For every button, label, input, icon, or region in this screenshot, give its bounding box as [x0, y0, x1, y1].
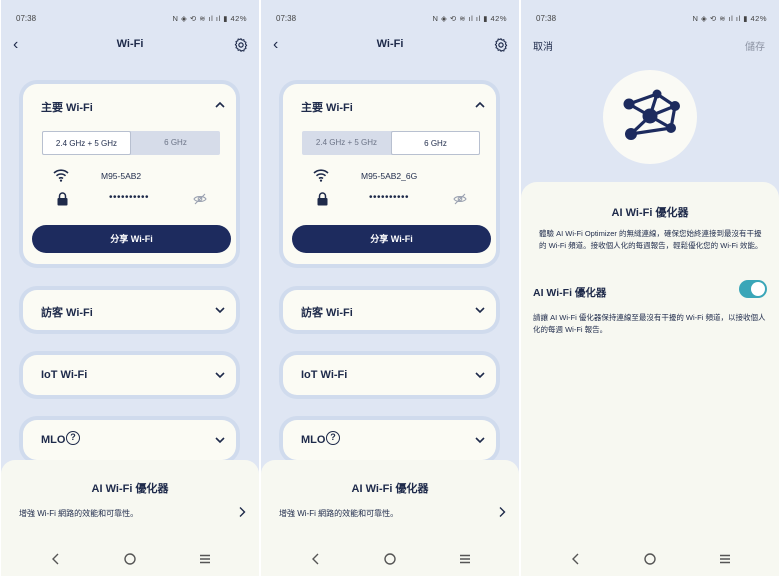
password-value: ••••••••••: [369, 192, 410, 203]
system-nav-bar: [1, 548, 259, 576]
nav-recents-icon[interactable]: [458, 552, 472, 566]
status-bar: 07:38 N ◈ ⟲ ≋ ıl ıl ▮ 42%: [261, 0, 519, 32]
band-selector: 2.4 GHz + 5 GHz 6 GHz: [42, 131, 220, 155]
chevron-right-icon[interactable]: [237, 506, 247, 518]
guest-wifi-card[interactable]: 訪客 Wi-Fi: [23, 290, 236, 330]
guest-wifi-card[interactable]: 訪客 Wi-Fi: [283, 290, 496, 330]
ai-optimizer-title: AI Wi-Fi 優化器: [91, 483, 169, 495]
band-selector: 2.4 GHz + 5 GHz 6 GHz: [302, 131, 480, 155]
ssid-value: M95-5AB2_6G: [361, 171, 418, 181]
ai-optimizer-screen: 07:38 N ◈ ⟲ ≋ ıl ıl ▮ 42% 取消 儲存 AI Wi-Fi…: [521, 0, 779, 576]
ai-optimizer-description: 體驗 AI Wi-Fi Optimizer 的無縫連線，確保您始終連接到最沒有干…: [539, 229, 763, 250]
gear-icon[interactable]: [493, 37, 509, 53]
ai-optimizer-panel: AI Wi-Fi 優化器 體驗 AI Wi-Fi Optimizer 的無縫連線…: [521, 182, 779, 576]
mlo-card[interactable]: MLO ?: [23, 420, 236, 460]
toggle-knob: [751, 282, 765, 296]
system-nav-bar: [521, 548, 779, 576]
iot-wifi-title: IoT Wi-Fi: [41, 369, 88, 381]
nav-home-icon[interactable]: [123, 552, 137, 566]
ai-optimizer-title: AI Wi-Fi 優化器: [351, 483, 429, 495]
lock-icon: [57, 192, 68, 206]
chevron-right-icon[interactable]: [497, 506, 507, 518]
status-icons: N ◈ ⟲ ≋ ıl ıl ▮ 42%: [172, 14, 247, 23]
chevron-down-icon[interactable]: [214, 434, 226, 446]
ai-optimizer-toggle[interactable]: [739, 280, 767, 298]
eye-off-icon[interactable]: [193, 193, 207, 205]
chevron-up-icon[interactable]: [474, 99, 486, 111]
iot-wifi-card[interactable]: IoT Wi-Fi: [23, 355, 236, 395]
nav-recents-icon[interactable]: [198, 552, 212, 566]
status-bar: 07:38 N ◈ ⟲ ≋ ıl ıl ▮ 42%: [1, 0, 259, 32]
chevron-down-icon[interactable]: [474, 434, 486, 446]
mlo-title: MLO: [41, 434, 66, 446]
app-header: ‹ Wi-Fi: [1, 36, 259, 56]
nav-back-icon[interactable]: [49, 552, 63, 566]
ssid-row: M95-5AB2: [53, 168, 223, 184]
network-graph-illustration: [603, 70, 697, 164]
wifi-screen-band-6: 07:38 N ◈ ⟲ ≋ ıl ıl ▮ 42% ‹ Wi-Fi 主要 Wi-…: [261, 0, 519, 576]
page-title: Wi-Fi: [376, 38, 404, 50]
chevron-down-icon[interactable]: [214, 304, 226, 316]
ai-optimizer-sheet[interactable]: AI Wi-Fi 優化器 增強 Wi-Fi 網路的效能和可靠性。: [261, 460, 519, 576]
password-row: ••••••••••: [313, 192, 488, 208]
guest-wifi-title: 訪客 Wi-Fi: [301, 307, 353, 319]
main-wifi-title: 主要 Wi-Fi: [301, 102, 353, 114]
eye-off-icon[interactable]: [453, 193, 467, 205]
help-icon[interactable]: ?: [66, 431, 80, 445]
status-icons: N ◈ ⟲ ≋ ıl ıl ▮ 42%: [432, 14, 507, 23]
chevron-down-icon[interactable]: [214, 369, 226, 381]
ssid-row: M95-5AB2_6G: [313, 168, 483, 184]
ai-optimizer-sheet[interactable]: AI Wi-Fi 優化器 增強 Wi-Fi 網路的效能和可靠性。: [1, 460, 259, 576]
nav-recents-icon[interactable]: [718, 552, 732, 566]
chevron-up-icon[interactable]: [214, 99, 226, 111]
mlo-card[interactable]: MLO ?: [283, 420, 496, 460]
iot-wifi-title: IoT Wi-Fi: [301, 369, 348, 381]
help-icon[interactable]: ?: [326, 431, 340, 445]
guest-wifi-title: 訪客 Wi-Fi: [41, 307, 93, 319]
status-bar: 07:38 N ◈ ⟲ ≋ ıl ıl ▮ 42%: [521, 0, 779, 32]
app-header: ‹ Wi-Fi: [261, 36, 519, 56]
save-button[interactable]: 儲存: [745, 38, 765, 53]
nav-home-icon[interactable]: [383, 552, 397, 566]
wifi-icon: [313, 169, 329, 182]
main-wifi-card: 主要 Wi-Fi 2.4 GHz + 5 GHz 6 GHz M95-5AB2 …: [23, 84, 236, 264]
status-time: 07:38: [276, 14, 297, 23]
cancel-button[interactable]: 取消: [533, 38, 553, 53]
ai-optimizer-toggle-label: AI Wi-Fi 優化器: [533, 287, 607, 299]
mlo-title: MLO: [301, 434, 326, 446]
chevron-down-icon[interactable]: [474, 304, 486, 316]
nav-back-icon[interactable]: [309, 552, 323, 566]
password-row: ••••••••••: [53, 192, 228, 208]
status-time: 07:38: [536, 14, 557, 23]
wifi-screen-band-24-5: 07:38 N ◈ ⟲ ≋ ıl ıl ▮ 42% ‹ Wi-Fi 主要 Wi-…: [1, 0, 259, 576]
ai-optimizer-desc: 增強 Wi-Fi 網路的效能和可靠性。: [279, 509, 399, 518]
nav-back-icon[interactable]: [569, 552, 583, 566]
password-value: ••••••••••: [109, 192, 150, 203]
band-option-24-5[interactable]: 2.4 GHz + 5 GHz: [42, 131, 131, 155]
status-icons: N ◈ ⟲ ≋ ıl ıl ▮ 42%: [692, 14, 767, 23]
status-time: 07:38: [16, 14, 37, 23]
page-title: Wi-Fi: [116, 38, 144, 50]
wifi-icon: [53, 169, 69, 182]
gear-icon[interactable]: [233, 37, 249, 53]
band-option-6[interactable]: 6 GHz: [131, 131, 220, 155]
nav-home-icon[interactable]: [643, 552, 657, 566]
system-nav-bar: [261, 548, 519, 576]
band-option-24-5[interactable]: 2.4 GHz + 5 GHz: [302, 131, 391, 155]
ai-optimizer-desc: 增強 Wi-Fi 網路的效能和可靠性。: [19, 509, 139, 518]
ai-optimizer-heading: AI Wi-Fi 優化器: [611, 207, 689, 219]
ssid-value: M95-5AB2: [101, 171, 142, 181]
main-wifi-title: 主要 Wi-Fi: [41, 102, 93, 114]
iot-wifi-card[interactable]: IoT Wi-Fi: [283, 355, 496, 395]
chevron-down-icon[interactable]: [474, 369, 486, 381]
share-wifi-button[interactable]: 分享 Wi-Fi: [292, 225, 491, 253]
app-header: 取消 儲存: [521, 38, 779, 54]
band-option-6[interactable]: 6 GHz: [391, 131, 480, 155]
network-nodes-icon: [623, 89, 680, 140]
lock-icon: [317, 192, 328, 206]
main-wifi-card: 主要 Wi-Fi 2.4 GHz + 5 GHz 6 GHz M95-5AB2_…: [283, 84, 496, 264]
ai-optimizer-toggle-desc: 請讓 AI Wi-Fi 優化器保持連線至最沒有干擾的 Wi-Fi 頻道，以接收個…: [533, 313, 766, 334]
share-wifi-button[interactable]: 分享 Wi-Fi: [32, 225, 231, 253]
